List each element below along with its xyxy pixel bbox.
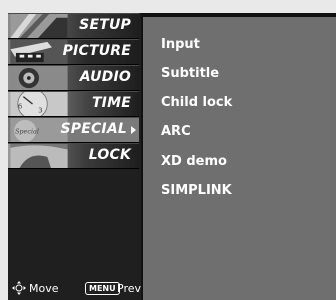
menu-key-badge: MENU (85, 282, 120, 295)
option-simplink[interactable]: SIMPLINK (161, 183, 232, 198)
special-options-panel: Input Subtitle Child lock ARC XD demo SI… (143, 17, 336, 300)
navigation-hint-bar: Move MENU Prev (10, 280, 141, 298)
svg-text:6: 6 (18, 102, 23, 111)
lock-thumbnail-icon (10, 144, 68, 168)
option-xd-demo[interactable]: XD demo (161, 154, 227, 169)
menu-item-label: LOCK (88, 147, 131, 163)
option-arc[interactable]: ARC (161, 124, 191, 139)
prev-hint-label: Prev (117, 282, 141, 295)
navigation-pad-icon (12, 281, 26, 295)
option-child-lock[interactable]: Child lock (161, 95, 232, 110)
menu-item-picture[interactable]: PICTURE (8, 39, 139, 65)
menu-item-special[interactable]: Special SPECIAL (8, 117, 139, 143)
audio-thumbnail-icon (10, 66, 68, 90)
menu-item-label: SETUP (79, 17, 131, 33)
option-input[interactable]: Input (161, 37, 200, 52)
svg-text:Special: Special (15, 128, 39, 136)
menu-item-label: PICTURE (62, 43, 131, 59)
menu-item-label: SPECIAL (60, 121, 127, 137)
svg-text:3: 3 (38, 105, 43, 114)
menu-item-audio[interactable]: AUDIO (8, 65, 139, 91)
option-subtitle[interactable]: Subtitle (161, 66, 219, 81)
menu-item-label: TIME (91, 95, 131, 111)
menu-item-setup[interactable]: SETUP (8, 13, 139, 39)
setup-thumbnail-icon (10, 14, 68, 38)
time-thumbnail-icon: 6 3 (10, 92, 68, 116)
menu-item-lock[interactable]: LOCK (8, 143, 139, 169)
menu-item-time[interactable]: 6 3 TIME (8, 91, 139, 117)
picture-thumbnail-icon (10, 40, 68, 64)
chevron-right-icon (131, 126, 136, 134)
menu-item-label: AUDIO (79, 69, 131, 85)
move-hint-label: Move (29, 282, 59, 295)
